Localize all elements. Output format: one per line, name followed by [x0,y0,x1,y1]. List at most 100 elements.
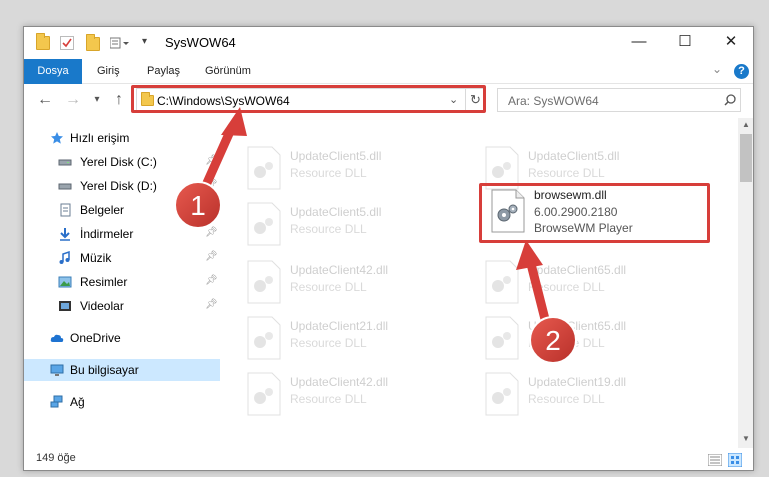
file-type: Resource DLL [290,280,367,294]
recent-locations-icon[interactable]: ▾ [88,91,106,109]
search-box[interactable]: Ara: SysWOW64 [497,88,741,112]
file-item[interactable]: UpdateClient19.dll Resource DLL [478,368,698,424]
drive-icon [58,183,72,190]
file-name: UpdateClient19.dll [528,375,627,389]
dll-file-icon [247,202,281,246]
back-arrow-icon[interactable]: ← [36,91,54,109]
file-type: Resource DLL [290,392,367,406]
file-item[interactable]: UpdateClient5.dll Resource DLL [240,198,460,254]
sidebar-item-videos[interactable]: Videolar 📌︎ [24,295,220,317]
documents-icon [60,203,71,217]
dll-file-icon [247,372,281,416]
scroll-up-icon[interactable]: ▲ [742,120,750,129]
videos-icon [59,301,71,311]
ribbon-tabs: Dosya Giriş Paylaş Görünüm ⌄ ? [24,59,753,84]
pin-icon[interactable]: 📌︎ [205,227,218,238]
title-bar: ▾ SysWOW64 — ☐ ✕ [24,27,753,59]
scrollbar-thumb[interactable] [740,134,752,182]
tab-view[interactable]: Görünüm [194,59,262,84]
computer-icon [50,364,64,376]
properties-icon[interactable] [60,36,74,50]
minimize-button[interactable]: — [616,27,662,59]
window-title: SysWOW64 [165,35,236,50]
file-type: Resource DLL [528,336,605,350]
toolbar-dropdown-icon[interactable]: ▾ [142,36,147,47]
network-icon [50,395,63,408]
close-button[interactable]: ✕ [708,27,753,59]
pin-icon[interactable]: 📌︎ [205,251,218,262]
help-icon[interactable]: ? [734,64,749,79]
file-item[interactable]: UpdateClient42.dll Resource DLL [240,256,460,312]
sidebar-item-label: Belgeler [80,203,125,217]
up-arrow-icon[interactable]: ↑ [110,91,128,109]
sidebar-item-downloads[interactable]: İndirmeler 📌︎ [24,223,220,245]
pin-icon[interactable]: 📌︎ [205,299,218,310]
file-list: UpdateClient5.dll Resource DLL UpdateClien… [220,118,738,448]
file-type: Resource DLL [528,166,605,180]
download-icon [60,228,70,241]
file-type: Resource DLL [290,336,367,350]
sidebar-item-label: Müzik [80,251,112,265]
address-highlight-box [131,85,486,113]
navigation-pane: Hızlı erişim Yerel Disk (C:) 📌︎ Yerel Di… [24,118,220,448]
tab-home[interactable]: Giriş [86,59,131,84]
tab-share[interactable]: Paylaş [136,59,191,84]
pin-icon[interactable]: 📌︎ [205,155,218,166]
sidebar-item-this-pc[interactable]: Bu bilgisayar [24,359,220,381]
file-name: UpdateClient65.dll [528,319,627,333]
sidebar-item-label: Resimler [80,275,128,289]
file-item[interactable]: UpdateClient42.dll Resource DLL [240,368,460,424]
file-name: UpdateClient65.dll [528,263,627,277]
pin-icon[interactable]: 📌︎ [205,203,218,214]
sidebar-item-local-disk-d[interactable]: Yerel Disk (D:) 📌︎ [24,175,220,197]
sidebar-item-label: Yerel Disk (C:) [80,155,157,169]
search-placeholder[interactable]: Ara: SysWOW64 [508,94,599,108]
star-icon [51,132,63,144]
dll-file-icon [485,372,519,416]
file-type: Resource DLL [528,392,605,406]
dll-file-icon [485,316,519,360]
dll-file-icon [485,260,519,304]
file-item[interactable]: UpdateClient65.dll Resource DLL [478,256,698,312]
search-icon[interactable] [724,94,736,106]
pin-icon[interactable]: 📌︎ [205,179,218,190]
file-item[interactable]: UpdateClient5.dll Resource DLL [240,142,460,198]
sidebar-item-label: Videolar [80,299,124,313]
file-item[interactable]: UpdateClient21.dll Resource DLL [240,312,460,368]
item-count: 149 öğe [36,452,76,464]
file-name: UpdateClient5.dll [290,149,382,163]
forward-arrow-icon[interactable]: → [64,91,82,109]
sidebar-item-music[interactable]: Müzik 📌︎ [24,247,220,269]
sidebar-item-network[interactable]: Ağ [24,391,220,413]
maximize-button[interactable]: ☐ [662,27,708,59]
sidebar-item-label: İndirmeler [80,227,134,241]
pin-icon[interactable]: 📌︎ [205,275,218,286]
vertical-scrollbar[interactable]: ▲ ▼ [738,118,753,448]
file-name: UpdateClient42.dll [290,263,389,277]
expand-ribbon-icon[interactable]: ⌄ [712,62,722,76]
folder-icon [36,33,50,50]
file-type: Resource DLL [290,166,367,180]
customize-toolbar-icon[interactable] [109,36,129,50]
new-folder-icon[interactable] [86,34,100,51]
sidebar-item-documents[interactable]: Belgeler 📌︎ [24,199,220,221]
sidebar-item-onedrive[interactable]: OneDrive [24,327,220,349]
sidebar-item-label: Ağ [70,395,85,409]
dll-file-icon [247,316,281,360]
file-item[interactable]: UpdateClient65.dll Resource DLL [478,312,698,368]
file-name: UpdateClient5.dll [290,205,382,219]
drive-icon [58,159,72,166]
file-type: Resource DLL [528,280,605,294]
sidebar-item-label: OneDrive [70,331,121,345]
music-icon [59,251,70,264]
large-icons-view-icon[interactable] [728,453,742,467]
tab-file[interactable]: Dosya [24,59,82,84]
sidebar-item-quick-access[interactable]: Hızlı erişim [24,127,220,149]
details-view-icon[interactable] [708,454,722,466]
file-highlight-box [479,183,710,243]
scroll-down-icon[interactable]: ▼ [742,434,750,443]
sidebar-item-label: Yerel Disk (D:) [80,179,157,193]
sidebar-item-local-disk-c[interactable]: Yerel Disk (C:) 📌︎ [24,151,220,173]
pictures-icon [58,276,72,288]
sidebar-item-pictures[interactable]: Resimler 📌︎ [24,271,220,293]
